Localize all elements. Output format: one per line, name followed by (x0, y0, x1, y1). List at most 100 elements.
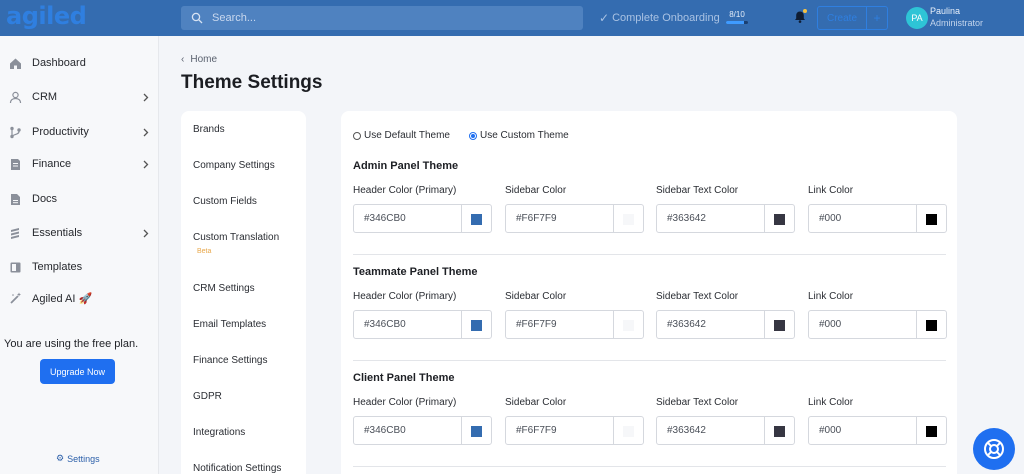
link-color-swatch[interactable] (926, 214, 937, 225)
create-button[interactable]: Create (817, 6, 867, 30)
sidebar-item-label: Essentials (32, 227, 83, 239)
sidebar-color-label: Sidebar Color (505, 397, 567, 408)
menu-item-email-templates[interactable]: Email Templates (193, 319, 266, 330)
sidebar-text-color-swatch[interactable] (774, 426, 785, 437)
sidebar-item-docs[interactable]: Docs (0, 184, 159, 214)
breadcrumb-home[interactable]: Home (190, 54, 217, 65)
sidebar-color-value[interactable]: #F6F7F9 (516, 319, 557, 330)
link-color-value[interactable]: #000 (819, 319, 841, 330)
header-color-value[interactable]: #346CB0 (364, 425, 406, 436)
complete-onboarding-link[interactable]: ✓ Complete Onboarding (599, 11, 720, 25)
logo[interactable]: agiled (6, 2, 87, 30)
menu-item-brands[interactable]: Brands (193, 124, 225, 135)
header-color-label: Header Color (Primary) (353, 185, 457, 196)
menu-item-integrations[interactable]: Integrations (193, 427, 245, 438)
sidebar-color-label: Sidebar Color (505, 291, 567, 302)
menu-item-crm-settings[interactable]: CRM Settings (193, 283, 255, 294)
user-name[interactable]: Paulina (930, 6, 960, 17)
header-color-field[interactable]: #346CB0 (353, 416, 492, 445)
search-input[interactable]: Search... (212, 12, 256, 24)
search-bar[interactable]: Search... (181, 6, 583, 30)
help-button[interactable] (973, 428, 1015, 470)
menu-item-finance-settings[interactable]: Finance Settings (193, 355, 268, 366)
upgrade-button[interactable]: Upgrade Now (40, 359, 115, 384)
sidebar-text-color-field[interactable]: #363642 (656, 310, 795, 339)
theme-panel: Use Default Theme Use Custom Theme Admin… (341, 111, 957, 474)
header-color-field[interactable]: #346CB0 (353, 204, 492, 233)
header-color-swatch[interactable] (471, 214, 482, 225)
link-color-field[interactable]: #000 (808, 204, 947, 233)
sidebar-text-color-label: Sidebar Text Color (656, 185, 739, 196)
link-color-swatch[interactable] (926, 426, 937, 437)
beta-badge: Beta (197, 248, 212, 255)
header-color-field[interactable]: #346CB0 (353, 310, 492, 339)
menu-item-notification-settings[interactable]: Notification Settings (193, 463, 281, 474)
sidebar-item-essentials[interactable]: Essentials (0, 218, 159, 248)
onboarding-progress-fill (726, 21, 744, 24)
page-title: Theme Settings (181, 72, 323, 93)
header-color-value[interactable]: #346CB0 (364, 213, 406, 224)
menu-item-gdpr[interactable]: GDPR (193, 391, 222, 402)
sidebar-color-field[interactable]: #F6F7F9 (505, 204, 644, 233)
sidebar-item-label: CRM (32, 91, 58, 103)
sidebar-color-label: Sidebar Color (505, 185, 567, 196)
sidebar-item-dashboard[interactable]: Dashboard (0, 48, 159, 78)
link-color-swatch[interactable] (926, 320, 937, 331)
sidebar-color-swatch[interactable] (623, 426, 634, 437)
layers-icon (11, 227, 19, 239)
link-color-label: Link Color (808, 185, 854, 196)
link-color-label: Link Color (808, 397, 854, 408)
sidebar-item-crm[interactable]: CRM (0, 82, 159, 112)
chevron-left-icon: ‹ (181, 54, 185, 65)
link-color-value[interactable]: #000 (819, 425, 841, 436)
sidebar-color-field[interactable]: #F6F7F9 (505, 310, 644, 339)
link-color-field[interactable]: #000 (808, 310, 947, 339)
sidebar-item-productivity[interactable]: Productivity (0, 117, 159, 147)
sidebar-item-agiled-ai[interactable]: Agiled AI 🚀 (0, 283, 159, 313)
link-color-value[interactable]: #000 (819, 213, 841, 224)
field-divider (613, 205, 614, 232)
chevron-right-icon (143, 229, 149, 237)
sidebar-text-color-swatch[interactable] (774, 214, 785, 225)
sidebar-color-swatch[interactable] (623, 214, 634, 225)
menu-item-custom-fields[interactable]: Custom Fields (193, 196, 257, 207)
sidebar-text-color-field[interactable]: #363642 (656, 204, 795, 233)
menu-item-company-settings[interactable]: Company Settings (193, 160, 275, 171)
avatar[interactable]: PA (906, 7, 928, 29)
field-divider (461, 417, 462, 444)
invoice-icon (11, 158, 20, 170)
sidebar-color-field[interactable]: #F6F7F9 (505, 416, 644, 445)
default-theme-option[interactable]: Use Default Theme (353, 130, 450, 141)
breadcrumb[interactable]: ‹ Home (181, 54, 217, 65)
section-title-teammate: Teammate Panel Theme (353, 266, 478, 278)
onboarding-progress: 8/10 (726, 10, 748, 24)
sidebar-color-value[interactable]: #F6F7F9 (516, 425, 557, 436)
chevron-right-icon (143, 160, 149, 168)
custom-theme-radio[interactable] (469, 131, 477, 140)
field-divider (461, 311, 462, 338)
sidebar-color-swatch[interactable] (623, 320, 634, 331)
sidebar-item-templates[interactable]: Templates (0, 252, 159, 282)
link-color-field[interactable]: #000 (808, 416, 947, 445)
sidebar-text-color-value[interactable]: #363642 (667, 213, 706, 224)
create-plus-button[interactable]: + (867, 6, 888, 30)
template-icon (10, 262, 21, 272)
field-divider (916, 311, 917, 338)
settings-link[interactable]: ⚙ Settings (56, 453, 100, 464)
header-color-swatch[interactable] (471, 426, 482, 437)
sidebar-color-value[interactable]: #F6F7F9 (516, 213, 557, 224)
header-color-swatch[interactable] (471, 320, 482, 331)
magic-wand-icon (10, 292, 21, 304)
menu-item-custom-translation[interactable]: Custom Translation (193, 232, 279, 243)
default-theme-radio[interactable] (353, 131, 361, 140)
field-divider (764, 417, 765, 444)
sidebar-text-color-field[interactable]: #363642 (656, 416, 795, 445)
sidebar-text-color-swatch[interactable] (774, 320, 785, 331)
sidebar-item-finance[interactable]: Finance (0, 149, 159, 179)
sidebar-item-label: Docs (32, 193, 58, 205)
sidebar-text-color-value[interactable]: #363642 (667, 319, 706, 330)
header-color-value[interactable]: #346CB0 (364, 319, 406, 330)
sidebar-text-color-value[interactable]: #363642 (667, 425, 706, 436)
custom-theme-option[interactable]: Use Custom Theme (469, 130, 569, 141)
free-plan-text: You are using the free plan. (4, 338, 139, 350)
